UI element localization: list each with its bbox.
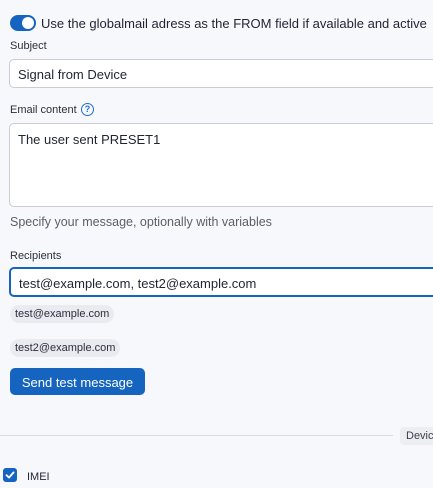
device-section-tag: Device: [400, 427, 433, 445]
imei-label: IMEI: [27, 471, 50, 483]
email-content-textarea[interactable]: The user sent PRESET1: [9, 123, 433, 207]
globalmail-toggle-label: Use the globalmail adress as the FROM fi…: [41, 16, 427, 31]
recipient-chip[interactable]: test2@example.com: [10, 339, 121, 357]
section-divider: [0, 435, 393, 436]
checkmark-icon: [5, 471, 15, 479]
subject-input[interactable]: Signal from Device: [9, 59, 433, 88]
globalmail-toggle[interactable]: [10, 15, 36, 31]
recipient-chip[interactable]: test@example.com: [10, 305, 115, 323]
subject-label: Subject: [10, 40, 47, 52]
email-content-hint: Specify your message, optionally with va…: [10, 215, 272, 229]
toggle-knob: [22, 17, 34, 29]
imei-checkbox[interactable]: [3, 468, 17, 482]
recipients-label: Recipients: [10, 250, 62, 262]
help-icon[interactable]: ?: [81, 103, 94, 116]
email-content-label: Email content: [10, 104, 77, 116]
send-test-message-button[interactable]: Send test message: [10, 368, 145, 395]
recipients-input[interactable]: test@example.com, test2@example.com: [9, 267, 433, 297]
